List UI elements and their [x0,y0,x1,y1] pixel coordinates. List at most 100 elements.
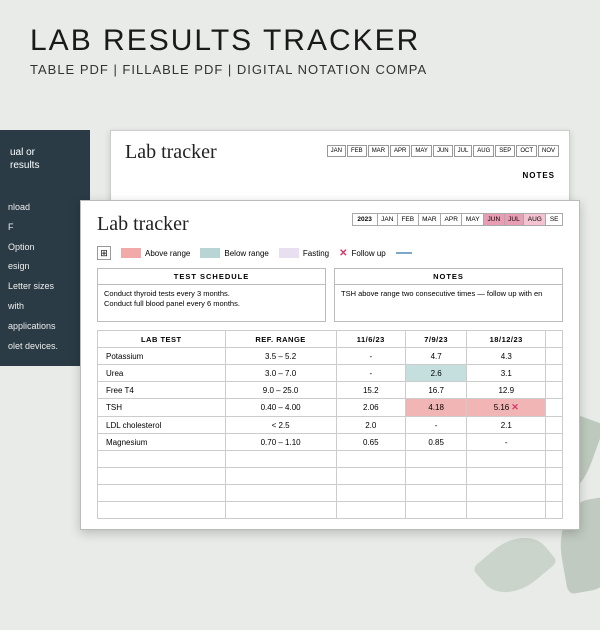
table-cell: 4.18 [405,399,466,417]
legend-label: Follow up [351,249,385,258]
table-cell: 9.0 – 25.0 [225,382,336,399]
sidebar-text: results [10,159,80,172]
sheet-title: Lab tracker [97,213,189,236]
sidebar-text: ual or [10,146,80,159]
table-cell: LDL cholesterol [98,417,226,434]
col-head [546,331,563,348]
table-cell [98,468,226,485]
col-head: 18/12/23 [467,331,546,348]
list-item: applications [8,317,82,337]
month: MAR [368,145,389,157]
table-row: Urea3.0 – 7.0-2.63.1 [98,365,563,382]
month: APR [390,145,410,157]
table-cell [467,451,546,468]
table-cell: Potassium [98,348,226,365]
month: APR [441,213,462,226]
table-cell: - [336,348,405,365]
table-cell: 3.5 – 5.2 [225,348,336,365]
table-cell [98,485,226,502]
legend-fasting: Fasting [279,248,329,258]
table-cell: - [336,365,405,382]
table-cell [467,485,546,502]
table-cell: 0.85 [405,434,466,451]
sidebar: ual or results nload F Option esign Lett… [0,130,90,366]
table-row: TSH0.40 – 4.002.064.185.16✕ [98,399,563,417]
schedule-line: Conduct thyroid tests every 3 months. [104,289,319,299]
month: OCT [516,145,537,157]
table-cell: Urea [98,365,226,382]
list-item: Letter sizes [8,277,82,297]
table-cell [336,502,405,519]
table-row [98,502,563,519]
page-title: LAB RESULTS TRACKER [30,24,570,58]
table-cell: 5.16✕ [467,399,546,417]
results-table: LAB TEST REF. RANGE 11/6/23 7/9/23 18/12… [97,330,563,519]
follow-icon: ✕ [509,402,519,412]
month: JAN [327,145,346,157]
table-cell [225,468,336,485]
schedule-head: TEST SCHEDULE [98,269,325,285]
notes-line: TSH above range two consecutive times — … [341,289,556,299]
table-cell: TSH [98,399,226,417]
table-cell: 4.3 [467,348,546,365]
table-cell [467,468,546,485]
legend-line [396,252,412,254]
table-cell: 2.06 [336,399,405,417]
table-cell [405,468,466,485]
table-cell [405,485,466,502]
month: AUG [473,145,494,157]
table-cell: Free T4 [98,382,226,399]
col-head: REF. RANGE [225,331,336,348]
table-cell [467,502,546,519]
month-highlighted: JUN [484,213,505,226]
month: MAR [419,213,441,226]
month: SEP [495,145,515,157]
table-cell: - [467,434,546,451]
table-cell: Magnesium [98,434,226,451]
grid-icon: ⊞ [97,246,111,260]
table-cell [336,468,405,485]
month: NOV [538,145,559,157]
table-cell: 3.1 [467,365,546,382]
table-cell: 3.0 – 7.0 [225,365,336,382]
legend-below: Below range [200,248,268,258]
table-cell [225,451,336,468]
table-cell [336,485,405,502]
table-cell [546,365,563,382]
list-item: with [8,297,82,317]
table-cell [546,348,563,365]
month: SE [546,213,563,226]
table-cell [546,382,563,399]
table-row: Magnesium0.70 – 1.100.650.85- [98,434,563,451]
month: JAN [378,213,398,226]
table-cell: 0.65 [336,434,405,451]
table-cell [405,502,466,519]
month-highlighted: AUG [524,213,546,226]
table-row: Potassium3.5 – 5.2-4.74.3 [98,348,563,365]
table-row [98,468,563,485]
table-row: Free T49.0 – 25.015.216.712.9 [98,382,563,399]
table-cell: 12.9 [467,382,546,399]
table-cell [98,451,226,468]
year: 2023 [352,213,378,226]
legend-follow: ✕ Follow up [339,248,386,259]
month-highlighted: JUL [505,213,525,226]
table-row [98,451,563,468]
table-cell [405,451,466,468]
page-subtitle: TABLE PDF | FILLABLE PDF | DIGITAL NOTAT… [30,62,570,77]
swatch-fasting-icon [279,248,299,258]
month-row: 2023 JAN FEB MAR APR MAY JUN JUL AUG SE [352,213,563,226]
legend: ⊞ Above range Below range Fasting ✕ Foll… [97,246,563,260]
col-head: 7/9/23 [405,331,466,348]
table-cell [225,485,336,502]
table-cell: 2.6 [405,365,466,382]
table-row: LDL cholesterol< 2.52.0-2.1 [98,417,563,434]
legend-above: Above range [121,248,190,258]
col-head: 11/6/23 [336,331,405,348]
table-cell: 4.7 [405,348,466,365]
table-cell [546,468,563,485]
month: FEB [398,213,419,226]
template-sheet-front: Lab tracker 2023 JAN FEB MAR APR MAY JUN… [80,200,580,530]
legend-label: Below range [224,249,268,258]
table-cell [98,502,226,519]
